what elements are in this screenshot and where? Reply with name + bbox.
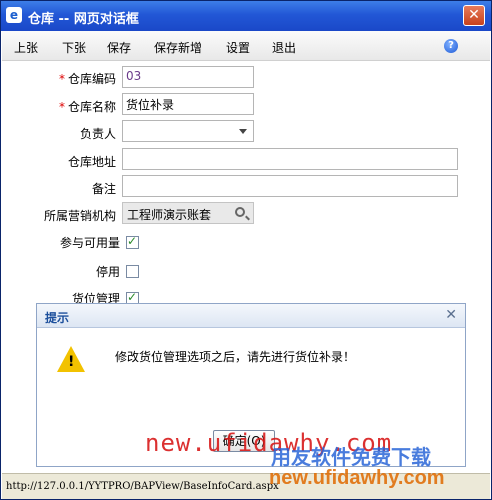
prev-button[interactable]: 上张 [14,39,38,56]
remark-input[interactable] [122,175,458,197]
search-icon[interactable] [235,207,245,217]
available-label: 参与可用量 [59,236,120,250]
title-bar: e 仓库 -- 网页对话框 ✕ [1,1,491,31]
code-label: * 仓库编码 [58,72,116,86]
available-checkbox[interactable] [126,234,139,249]
window-title: 仓库 -- 网页对话框 [28,12,139,27]
address-input[interactable] [122,148,458,170]
toolbar: 上张 下张 保存 保存新增 设置 退出 ? [2,31,490,61]
next-button[interactable]: 下张 [62,39,86,56]
alert-title: 提示 [45,311,70,325]
address-label: 仓库地址 [67,155,116,169]
disabled-checkbox[interactable] [126,265,139,278]
org-value: 工程师演示账套 [127,208,212,222]
name-label: * 仓库名称 [58,100,116,114]
close-icon[interactable]: ✕ [445,307,457,323]
manager-label: 负责人 [79,127,116,141]
settings-button[interactable]: 设置 [226,39,250,56]
remark-label: 备注 [91,182,116,196]
code-input[interactable]: 03 [122,66,254,88]
chevron-down-icon[interactable] [239,129,247,134]
alert-title-bar: 提示 ✕ [37,304,465,328]
disabled-label: 停用 [95,265,120,279]
dialog-window: e 仓库 -- 网页对话框 ✕ 上张 下张 保存 保存新增 设置 退出 ? * 仓… [0,0,492,500]
status-url: http://127.0.0.1/YYTPRO/BAPView/BaseInfo… [6,481,279,492]
ie-icon: e [6,7,22,23]
close-button[interactable]: ✕ [463,5,485,26]
name-input[interactable]: 货位补录 [122,93,254,115]
exit-button[interactable]: 退出 [272,39,296,56]
org-label: 所属营销机构 [43,209,116,223]
alert-message: 修改货位管理选项之后，请先进行货位补录！ [115,350,356,364]
save-button[interactable]: 保存 [107,39,131,56]
org-lookup[interactable]: 工程师演示账套 [122,202,254,224]
help-icon[interactable]: ? [444,39,458,53]
watermark-text: 用友软件免费下载 [271,445,431,469]
warning-mark: ! [68,354,75,370]
watermark-url-2: new.ufidawhy.com [269,467,445,489]
manager-select[interactable] [122,120,254,142]
save-new-button[interactable]: 保存新增 [154,39,202,56]
